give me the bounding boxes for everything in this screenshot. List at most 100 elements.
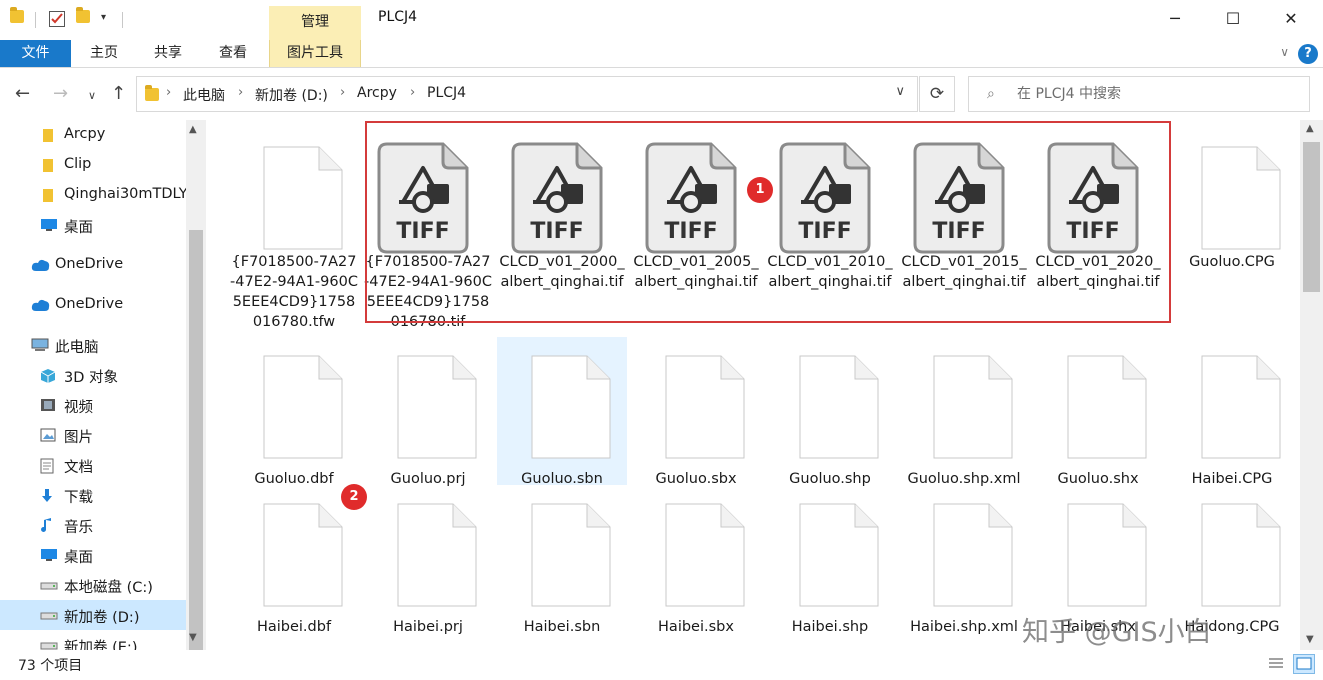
annotation-badge-1: 1: [747, 177, 773, 203]
window-title: PLCJ4: [378, 9, 418, 25]
up-arrow-icon[interactable]: ↑: [111, 84, 126, 104]
status-bar: 73 个项目: [0, 650, 1323, 680]
sidebar-item[interactable]: 文档: [0, 450, 186, 480]
navigation-bar: ← → ∨ ↑ › 此电脑 › 新加卷 (D:) › Arcpy › PLCJ4…: [0, 68, 1323, 120]
customize-toolbar-icon[interactable]: ▾: [101, 12, 106, 23]
sidebar-item[interactable]: Arcpy: [0, 120, 186, 150]
tab-view[interactable]: 查看: [205, 40, 261, 67]
sidebar-item[interactable]: 桌面: [0, 210, 186, 240]
close-button[interactable]: ✕: [1268, 2, 1314, 36]
file-item[interactable]: Haibei.shp: [765, 485, 895, 635]
cube-icon: [40, 368, 56, 383]
file-name: Haibei.shp.xml: [910, 619, 1018, 635]
file-item[interactable]: Guoluo.CPG: [1167, 128, 1297, 276]
tab-share[interactable]: 共享: [140, 40, 196, 67]
file-item[interactable]: Haibei.dbf: [229, 485, 359, 635]
file-item[interactable]: Haibei.CPG: [1167, 337, 1297, 487]
separator: [122, 12, 123, 28]
breadcrumb-drive-d[interactable]: 新加卷 (D:): [255, 85, 328, 105]
sidebar-item-label: 音乐: [64, 520, 93, 536]
drive-icon: [40, 638, 58, 650]
sidebar-item[interactable]: 音乐: [0, 510, 186, 540]
recent-locations-chevron-icon[interactable]: ∨: [88, 86, 96, 106]
desktop-icon: [40, 548, 57, 562]
help-button[interactable]: ?: [1298, 44, 1318, 64]
sidebar-item[interactable]: 图片: [0, 420, 186, 450]
tab-picture-tools[interactable]: 图片工具: [269, 40, 361, 67]
chevron-right-icon[interactable]: ›: [340, 85, 345, 100]
sidebar-item-label: 新加卷 (E:): [64, 640, 138, 650]
file-item[interactable]: Haibei.prj: [363, 485, 493, 635]
breadcrumb-arcpy[interactable]: Arcpy: [357, 85, 397, 101]
file-item[interactable]: Haibei.sbn: [497, 485, 627, 635]
sidebar-item-label: 视频: [64, 400, 93, 416]
sidebar-item[interactable]: Qinghai30mTDLY: [0, 180, 188, 210]
minimize-button[interactable]: ─: [1152, 2, 1198, 36]
sidebar-item[interactable]: 此电脑: [0, 330, 186, 360]
forward-arrow-icon[interactable]: →: [53, 84, 68, 104]
file-name: Haibei.shp: [791, 619, 869, 635]
chevron-right-icon[interactable]: ›: [238, 85, 243, 100]
scroll-down-arrow-icon[interactable]: ▼: [1306, 634, 1314, 645]
tab-file[interactable]: 文件: [0, 40, 71, 67]
sidebar-item[interactable]: Clip: [0, 150, 186, 180]
scrollbar-thumb[interactable]: [1303, 142, 1320, 292]
file-item[interactable]: Guoluo.sbn: [497, 337, 627, 487]
sidebar-item[interactable]: 新加卷 (E:): [0, 630, 186, 650]
file-item[interactable]: Guoluo.shp: [765, 337, 895, 487]
sidebar-item-label: 下载: [64, 490, 93, 506]
breadcrumb-this-pc[interactable]: 此电脑: [183, 85, 225, 105]
new-folder-icon[interactable]: [76, 7, 90, 27]
properties-checkbox-icon[interactable]: [48, 10, 66, 32]
file-item[interactable]: Haibei.sbx: [631, 485, 761, 635]
annotation-highlight-box: [365, 121, 1171, 323]
refresh-button[interactable]: ⟳: [919, 76, 955, 112]
scroll-up-arrow-icon[interactable]: ▲: [189, 124, 197, 135]
sidebar-item-label: Qinghai30mTDLY: [64, 186, 188, 202]
video-icon: [40, 398, 56, 412]
maximize-button[interactable]: ☐: [1210, 2, 1256, 36]
back-arrow-icon[interactable]: ←: [15, 84, 30, 104]
sidebar-item[interactable]: 3D 对象: [0, 360, 186, 390]
chevron-right-icon[interactable]: ›: [410, 85, 415, 100]
chevron-down-icon[interactable]: ∨: [1280, 45, 1289, 59]
large-icons-view-button[interactable]: [1293, 654, 1315, 674]
scrollbar-thumb[interactable]: [189, 230, 203, 650]
file-item[interactable]: Haibei.shp.xml: [899, 485, 1029, 635]
file-item[interactable]: Guoluo.dbf: [229, 337, 359, 487]
manage-tab[interactable]: 管理: [269, 6, 361, 40]
search-box[interactable]: ⌕: [968, 76, 1310, 112]
sidebar-item[interactable]: 新加卷 (D:): [0, 600, 186, 630]
search-input[interactable]: [1017, 83, 1297, 105]
navigation-pane: Arcpy Clip Qinghai30mTDLY 桌面 OneDrive OneDriv…: [0, 120, 208, 650]
sidebar-item[interactable]: 本地磁盘 (C:): [0, 570, 186, 600]
file-item[interactable]: Guoluo.shp.xml: [899, 337, 1029, 487]
scroll-down-arrow-icon[interactable]: ▼: [189, 632, 197, 643]
sidebar-item-label: Arcpy: [64, 126, 106, 142]
file-name: Haibei.dbf: [256, 619, 332, 635]
sidebar-item-label: 本地磁盘 (C:): [64, 580, 153, 596]
tab-home[interactable]: 主页: [76, 40, 132, 67]
folder-icon: [40, 128, 56, 142]
details-view-button[interactable]: [1265, 654, 1287, 674]
sidebar-item[interactable]: 下载: [0, 480, 186, 510]
address-bar[interactable]: › 此电脑 › 新加卷 (D:) › Arcpy › PLCJ4 ∨: [136, 76, 918, 112]
sidebar-item[interactable]: 桌面: [0, 540, 186, 570]
music-icon: [40, 518, 56, 532]
folder-icon: [10, 7, 24, 27]
picture-icon: [40, 428, 56, 442]
file-item[interactable]: Guoluo.shx: [1033, 337, 1163, 487]
breadcrumb-plcj4[interactable]: PLCJ4: [427, 85, 466, 101]
desktop-icon: [40, 218, 57, 232]
sidebar-item[interactable]: 视频: [0, 390, 186, 420]
scroll-up-arrow-icon[interactable]: ▲: [1306, 123, 1314, 134]
chevron-down-icon[interactable]: ∨: [895, 84, 905, 99]
sidebar-item-label: Clip: [64, 156, 92, 172]
chevron-right-icon[interactable]: ›: [166, 85, 171, 100]
search-icon: ⌕: [987, 86, 995, 102]
file-item[interactable]: {F7018500-7A27-47E2-94A1-960C5EEE4CD9}17…: [229, 128, 359, 330]
sidebar-item[interactable]: OneDrive: [0, 250, 186, 280]
file-item[interactable]: Guoluo.prj: [363, 337, 493, 487]
file-item[interactable]: Guoluo.sbx: [631, 337, 761, 487]
sidebar-item[interactable]: OneDrive: [0, 290, 186, 320]
